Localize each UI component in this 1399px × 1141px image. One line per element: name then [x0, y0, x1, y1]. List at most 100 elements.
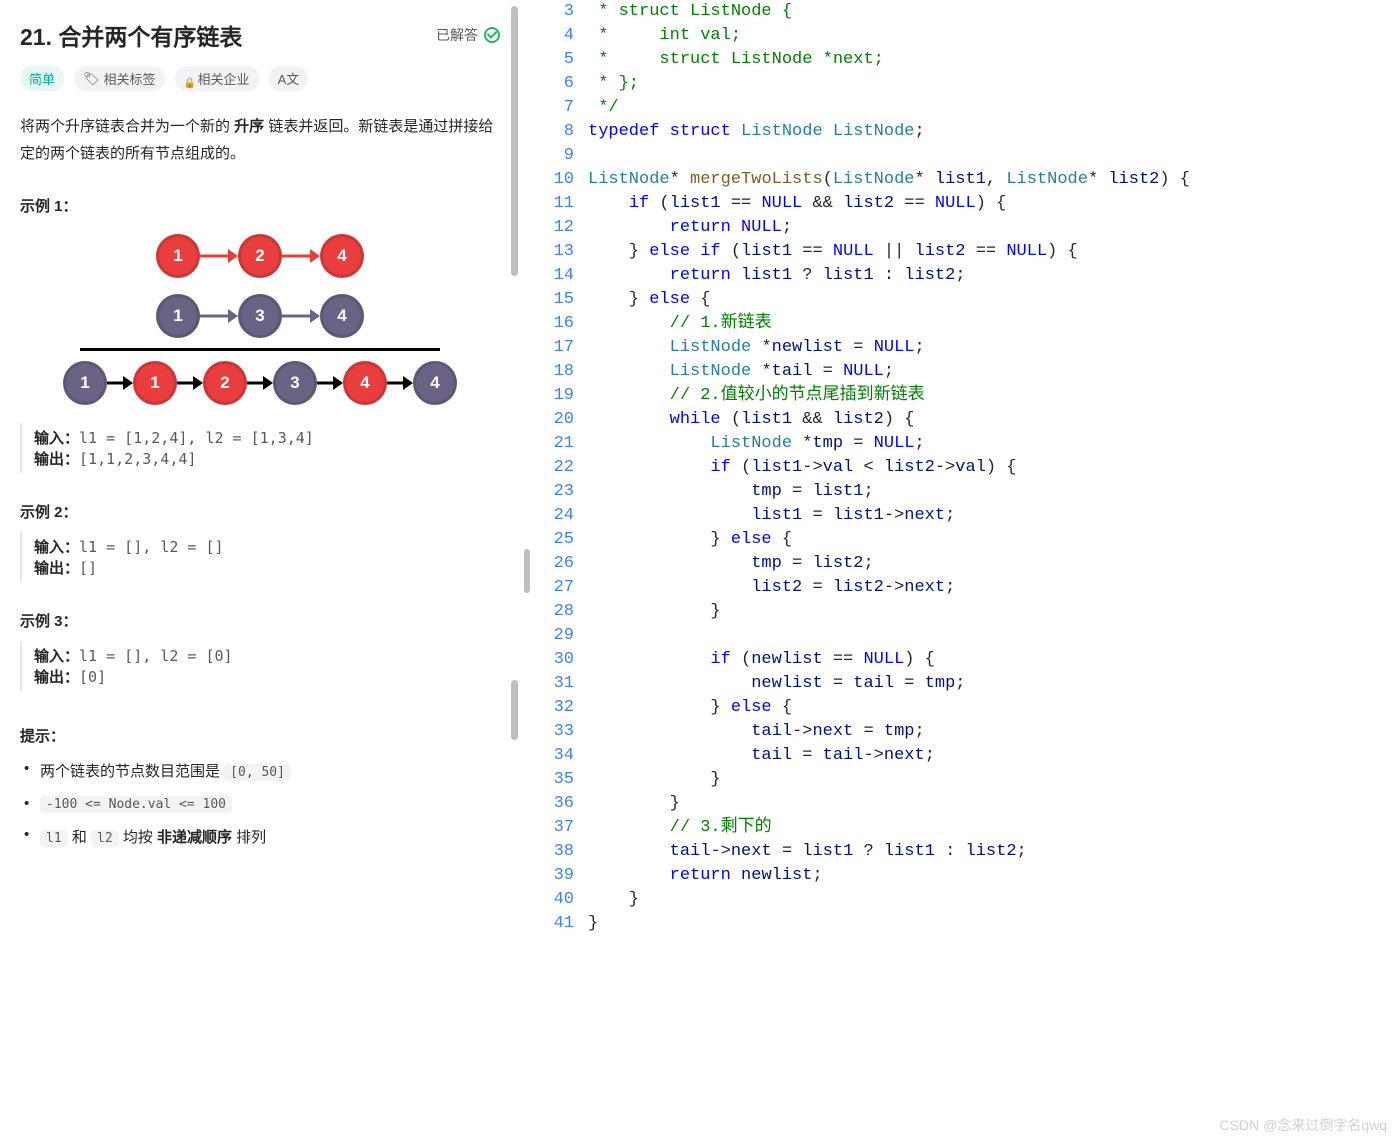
code-text[interactable]: * int val; — [588, 24, 1399, 48]
code-text[interactable]: * struct ListNode { — [588, 0, 1399, 24]
code-text[interactable]: newlist = tail = tmp; — [588, 672, 1399, 696]
code-text[interactable]: } else { — [588, 696, 1399, 720]
code-text[interactable]: return newlist; — [588, 864, 1399, 888]
scrollbar-thumb[interactable] — [511, 680, 518, 740]
code-text[interactable]: */ — [588, 96, 1399, 120]
line-number: 17 — [534, 336, 588, 360]
translate-tag[interactable]: A文 — [269, 66, 309, 91]
code-line[interactable]: 27 list2 = list2->next; — [534, 576, 1399, 600]
code-line[interactable]: 35 } — [534, 768, 1399, 792]
code-editor[interactable]: 3 * struct ListNode {4 * int val;5 * str… — [534, 0, 1399, 1141]
code-text[interactable]: while (list1 && list2) { — [588, 408, 1399, 432]
code-text[interactable]: } else { — [588, 288, 1399, 312]
scrollbar-thumb[interactable] — [511, 6, 518, 276]
code-line[interactable]: 7 */ — [534, 96, 1399, 120]
code-text[interactable]: tmp = list1; — [588, 480, 1399, 504]
code-text[interactable]: } — [588, 912, 1399, 936]
code-line[interactable]: 41} — [534, 912, 1399, 936]
code-text[interactable]: * }; — [588, 72, 1399, 96]
code-text[interactable]: if (list1->val < list2->val) { — [588, 456, 1399, 480]
code-line[interactable]: 23 tmp = list1; — [534, 480, 1399, 504]
code-line[interactable]: 17 ListNode *newlist = NULL; — [534, 336, 1399, 360]
code-text[interactable]: } — [588, 600, 1399, 624]
code-text[interactable]: // 2.值较小的节点尾插到新链表 — [588, 384, 1399, 408]
code-line[interactable]: 18 ListNode *tail = NULL; — [534, 360, 1399, 384]
code-line[interactable]: 9 — [534, 144, 1399, 168]
code-line[interactable]: 10ListNode* mergeTwoLists(ListNode* list… — [534, 168, 1399, 192]
code-text[interactable]: } — [588, 792, 1399, 816]
code-line[interactable]: 24 list1 = list1->next; — [534, 504, 1399, 528]
code-line[interactable]: 30 if (newlist == NULL) { — [534, 648, 1399, 672]
code-text[interactable] — [588, 624, 1399, 648]
code-text[interactable]: if (list1 == NULL && list2 == NULL) { — [588, 192, 1399, 216]
code-text[interactable]: return NULL; — [588, 216, 1399, 240]
code-line[interactable]: 11 if (list1 == NULL && list2 == NULL) { — [534, 192, 1399, 216]
tag-icon: 🏷 — [83, 71, 100, 87]
code-line[interactable]: 36 } — [534, 792, 1399, 816]
code-text[interactable]: if (newlist == NULL) { — [588, 648, 1399, 672]
code-text[interactable]: ListNode* mergeTwoLists(ListNode* list1,… — [588, 168, 1399, 192]
code-line[interactable]: 3 * struct ListNode { — [534, 0, 1399, 24]
code-text[interactable]: } else if (list1 == NULL || list2 == NUL… — [588, 240, 1399, 264]
code-text[interactable]: ListNode *tail = NULL; — [588, 360, 1399, 384]
code-text[interactable]: ListNode *newlist = NULL; — [588, 336, 1399, 360]
code-text[interactable]: // 1.新链表 — [588, 312, 1399, 336]
code-line[interactable]: 31 newlist = tail = tmp; — [534, 672, 1399, 696]
line-number: 14 — [534, 264, 588, 288]
code-line[interactable]: 14 return list1 ? list1 : list2; — [534, 264, 1399, 288]
line-number: 3 — [534, 0, 588, 24]
code-line[interactable]: 21 ListNode *tmp = NULL; — [534, 432, 1399, 456]
code-line[interactable]: 15 } else { — [534, 288, 1399, 312]
code-line[interactable]: 13 } else if (list1 == NULL || list2 == … — [534, 240, 1399, 264]
line-number: 26 — [534, 552, 588, 576]
code-line[interactable]: 33 tail->next = tmp; — [534, 720, 1399, 744]
code-line[interactable]: 22 if (list1->val < list2->val) { — [534, 456, 1399, 480]
code-text[interactable]: } else { — [588, 528, 1399, 552]
code-text[interactable]: tail->next = list1 ? list1 : list2; — [588, 840, 1399, 864]
code-line[interactable]: 28 } — [534, 600, 1399, 624]
code-line[interactable]: 26 tmp = list2; — [534, 552, 1399, 576]
code-text[interactable]: list2 = list2->next; — [588, 576, 1399, 600]
example-io: 输入：l1 = [], l2 = [] 输出：[] — [20, 532, 500, 582]
line-number: 24 — [534, 504, 588, 528]
code-text[interactable]: } — [588, 768, 1399, 792]
arrow-icon — [200, 249, 238, 263]
code-line[interactable]: 20 while (list1 && list2) { — [534, 408, 1399, 432]
line-number: 18 — [534, 360, 588, 384]
line-number: 8 — [534, 120, 588, 144]
related-companies-tag[interactable]: 相关企业 — [175, 66, 259, 91]
related-topics-tag[interactable]: 🏷 相关标签 — [74, 66, 165, 91]
code-text[interactable]: list1 = list1->next; — [588, 504, 1399, 528]
code-text[interactable]: return list1 ? list1 : list2; — [588, 264, 1399, 288]
code-line[interactable]: 40 } — [534, 888, 1399, 912]
difficulty-tag[interactable]: 简单 — [20, 66, 64, 91]
code-line[interactable]: 38 tail->next = list1 ? list1 : list2; — [534, 840, 1399, 864]
code-line[interactable]: 37 // 3.剩下的 — [534, 816, 1399, 840]
line-number: 9 — [534, 144, 588, 168]
code-line[interactable]: 16 // 1.新链表 — [534, 312, 1399, 336]
code-text[interactable]: * struct ListNode *next; — [588, 48, 1399, 72]
code-line[interactable]: 8typedef struct ListNode ListNode; — [534, 120, 1399, 144]
code-text[interactable]: tail = tail->next; — [588, 744, 1399, 768]
code-line[interactable]: 32 } else { — [534, 696, 1399, 720]
code-line[interactable]: 6 * }; — [534, 72, 1399, 96]
code-text[interactable]: typedef struct ListNode ListNode; — [588, 120, 1399, 144]
code-line[interactable]: 4 * int val; — [534, 24, 1399, 48]
hint-item: 两个链表的节点数目范围是 [0, 50] — [24, 760, 500, 781]
code-text[interactable]: ListNode *tmp = NULL; — [588, 432, 1399, 456]
code-line[interactable]: 29 — [534, 624, 1399, 648]
code-text[interactable]: tail->next = tmp; — [588, 720, 1399, 744]
pane-splitter[interactable] — [520, 0, 534, 1141]
code-line[interactable]: 39 return newlist; — [534, 864, 1399, 888]
arrow-icon — [200, 309, 238, 323]
code-text[interactable]: // 3.剩下的 — [588, 816, 1399, 840]
code-text[interactable] — [588, 144, 1399, 168]
code-text[interactable]: tmp = list2; — [588, 552, 1399, 576]
code-line[interactable]: 19 // 2.值较小的节点尾插到新链表 — [534, 384, 1399, 408]
code-line[interactable]: 25 } else { — [534, 528, 1399, 552]
code-text[interactable]: } — [588, 888, 1399, 912]
code-line[interactable]: 5 * struct ListNode *next; — [534, 48, 1399, 72]
code-line[interactable]: 12 return NULL; — [534, 216, 1399, 240]
code-line[interactable]: 34 tail = tail->next; — [534, 744, 1399, 768]
line-number: 25 — [534, 528, 588, 552]
